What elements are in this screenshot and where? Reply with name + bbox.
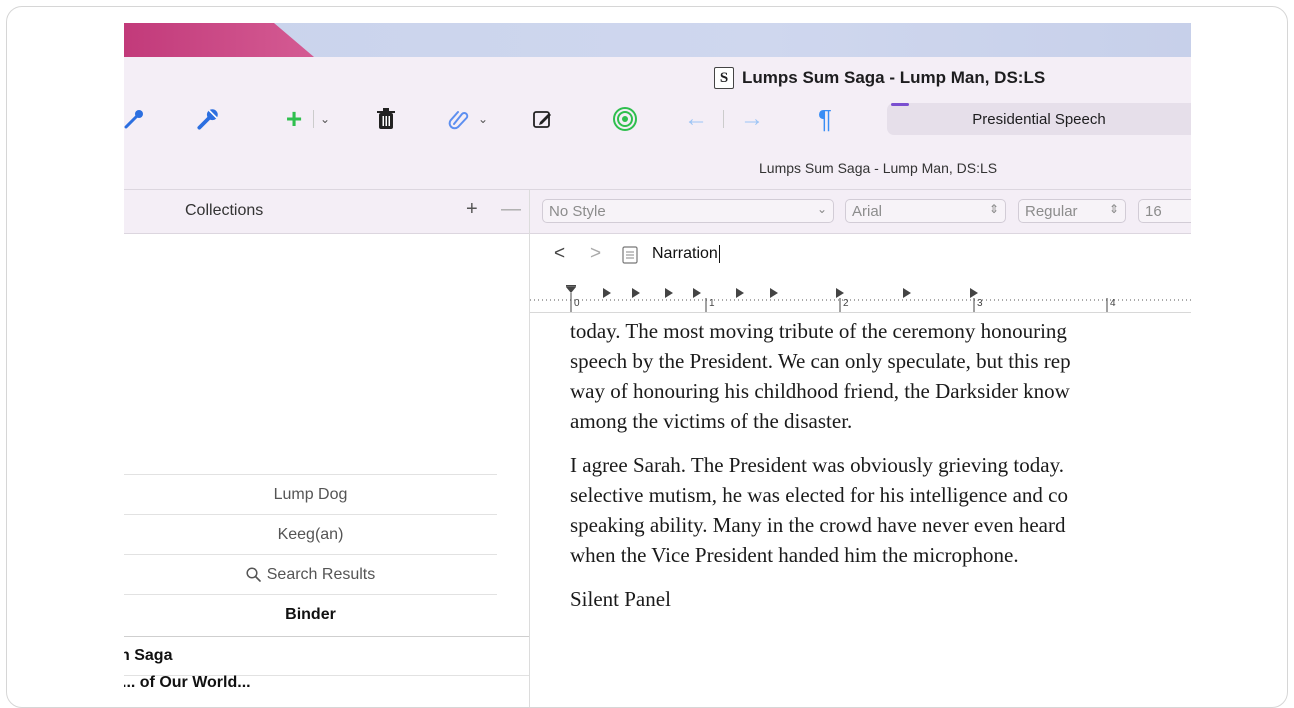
document-icon [622,246,638,269]
desktop-wallpaper [124,23,1191,57]
search-icon [246,567,261,582]
ruler-label-4: 4 [1110,298,1116,309]
style-select-value: No Style [549,202,606,220]
binder-row-project[interactable]: n Saga [124,636,529,675]
collection-item-binder[interactable]: Binder [124,594,497,634]
app-window: S Lumps Sum Saga - Lump Man, DS:LS + ⌄ ⌄… [124,23,1191,707]
document-title-field[interactable]: Narration [652,245,720,263]
collection-item-search-results[interactable]: Search Results [124,554,497,594]
tab-accent [891,103,909,106]
screenshot-frame: S Lumps Sum Saga - Lump Man, DS:LS + ⌄ ⌄… [6,6,1288,708]
style-select[interactable]: No Style ⌄ [542,199,834,223]
window-title: S Lumps Sum Saga - Lump Man, DS:LS [714,67,1045,89]
text-line: speaking ability. Many in the crowd have… [570,513,1066,537]
arrow-left-icon[interactable]: ← [684,103,708,135]
font-size-field[interactable]: 16 [1138,199,1191,223]
binder-row-item[interactable]: ... of Our World... [124,674,529,707]
arrow-right-icon[interactable]: → [740,103,764,135]
active-document-tab[interactable]: Presidential Speech [887,103,1191,135]
add-menu-chevron-down-icon[interactable]: ⌄ [318,103,332,135]
target-icon[interactable] [611,103,639,135]
text-line: speech by the President. We can only spe… [570,349,1071,373]
ruler[interactable]: 0 1 2 3 4 [530,276,1191,313]
font-size-value: 16 [1145,202,1162,220]
binder-row-label: ... of Our World... [124,674,251,691]
text-line: Silent Panel [570,587,671,611]
remove-collection-button[interactable]: — [501,198,521,221]
add-collection-button[interactable]: + [466,198,478,221]
collections-header-label: Collections [185,202,264,219]
text-line: when the Vice President handed him the m… [570,543,1019,567]
editor-pane: No Style ⌄ Arial ⇕ Regular ⇕ 16 < > Narr… [530,190,1191,707]
font-weight-select[interactable]: Regular ⇕ [1018,199,1126,223]
font-select[interactable]: Arial ⇕ [845,199,1006,223]
text-line: selective mutism, he was elected for his… [570,483,1068,507]
ruler-label-1: 1 [709,298,715,309]
collection-label: Binder [285,605,336,623]
eyedropper-filled-icon[interactable] [194,103,222,135]
text-line: today. The most moving tribute of the ce… [570,319,1067,343]
eyedropper-icon[interactable] [124,103,148,135]
ruler-label-2: 2 [843,298,849,309]
font-weight-value: Regular [1025,202,1078,220]
forward-button[interactable]: > [590,243,601,265]
toolbar-divider-2 [720,103,726,135]
ruler-label-3: 3 [977,298,983,309]
attach-chevron-down-icon[interactable]: ⌄ [476,103,490,135]
ruler-label-0: 0 [574,298,580,309]
trash-icon[interactable] [374,103,398,135]
binder-row-label: n Saga [124,647,173,664]
collection-label: Lump Dog [273,485,348,503]
add-icon[interactable]: + [282,103,306,135]
document-path-title: Lumps Sum Saga - Lump Man, DS:LS [759,160,998,176]
format-bar: No Style ⌄ Arial ⇕ Regular ⇕ 16 [530,190,1191,234]
window-title-text: Lumps Sum Saga - Lump Man, DS:LS [742,68,1046,87]
font-select-value: Arial [852,202,883,220]
stepper-icon: ⇕ [988,202,999,216]
collections-header: Collections + — [124,190,529,234]
collections-sidebar: Collections + — Lump Dog Keeg(an) Search… [124,190,530,707]
ruler-graphic [530,285,1191,312]
text-line: way of honouring his childhood friend, t… [570,379,1070,403]
back-button[interactable]: < [554,243,565,265]
text-line: I agree Sarah. The President was obvious… [570,453,1064,477]
compose-icon[interactable] [530,103,556,135]
title-bar: S Lumps Sum Saga - Lump Man, DS:LS + ⌄ ⌄… [124,57,1191,190]
scrivener-document-icon: S [714,67,734,89]
document-navigation-bar: < > Narration [530,234,1191,277]
paragraph: Silent Panel [570,584,1191,614]
paperclip-icon[interactable] [446,103,470,135]
toolbar-divider [310,103,316,135]
pilcrow-icon[interactable]: ¶ [814,103,836,135]
collection-item-keegan[interactable]: Keeg(an) [124,514,497,554]
collection-label: Search Results [266,565,376,583]
document-body[interactable]: today. The most moving tribute of the ce… [570,316,1191,628]
paragraph: I agree Sarah. The President was obvious… [570,450,1191,570]
active-document-label: Presidential Speech [972,110,1106,128]
paragraph: today. The most moving tribute of the ce… [570,316,1191,436]
collection-label: Keeg(an) [277,525,344,543]
chevron-down-icon: ⌄ [816,202,827,216]
collection-item-lump-dog[interactable]: Lump Dog [124,474,497,514]
text-line: among the victims of the disaster. [570,409,853,433]
stepper-icon: ⇕ [1108,202,1119,216]
